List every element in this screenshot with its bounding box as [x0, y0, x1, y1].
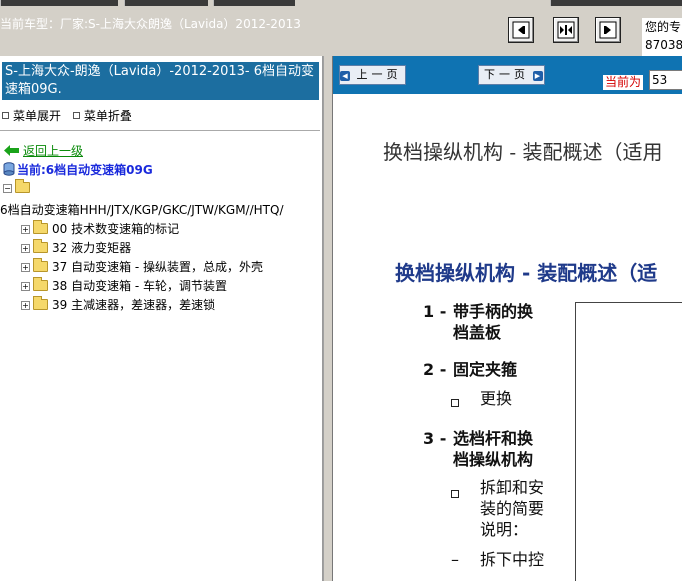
menu-operations: 菜单展开 菜单折叠 — [2, 107, 140, 124]
next-frame-button[interactable] — [595, 17, 621, 43]
tree-item[interactable]: +39 主减速器，差速器，差速锁 — [21, 296, 215, 313]
expand-icon[interactable]: + — [21, 244, 30, 253]
document-title: 换档操纵机构 - 装配概述（适 — [395, 261, 658, 285]
left-panel-header: S-上海大众-朗逸（Lavida）-2012-2013- 6档自动变速箱09G. — [2, 62, 319, 100]
split-frame-button[interactable] — [553, 17, 579, 43]
bullet-square-icon — [451, 391, 459, 412]
square-icon — [2, 112, 9, 119]
folder-icon — [33, 277, 48, 291]
item-number: 2 - — [423, 360, 447, 379]
current-location-label: 当前:6档自动变速箱09G — [17, 163, 153, 177]
menu-collapse-label: 菜单折叠 — [83, 109, 132, 123]
pager-bar: ◀ 上一页 下一页 ▶ 当前为 — [333, 56, 682, 94]
tree-item[interactable]: +37 自动变速箱 - 操纵装置，总成，外壳 — [21, 258, 263, 275]
folder-icon — [33, 258, 48, 272]
tree-item-label: 32 液力变矩器 — [52, 241, 132, 255]
tree-item[interactable]: +00 技术数变速箱的标记 — [21, 220, 179, 237]
item-text: 档盖板 — [453, 323, 502, 342]
split-arrows-icon — [557, 21, 575, 39]
menu-expand-button[interactable]: 菜单展开 — [2, 109, 61, 123]
prev-page-label: 上一页 — [356, 68, 402, 81]
item-text: 档操纵机构 — [453, 450, 534, 469]
sub-item-text: 拆下中控 — [480, 550, 545, 569]
back-link-label: 返回上一级 — [23, 144, 84, 158]
database-icon — [3, 162, 15, 176]
tab-stub[interactable] — [124, 0, 208, 6]
tab-stub[interactable] — [550, 0, 682, 6]
triangle-left-icon: ◀ — [340, 71, 350, 81]
folder-open-icon — [15, 179, 30, 193]
back-link[interactable]: 返回上一级 — [4, 142, 83, 159]
folder-icon — [33, 239, 48, 253]
dash-marker: – — [451, 550, 459, 569]
current-page-label: 当前为 — [603, 75, 644, 90]
bullet-square-icon — [451, 482, 459, 503]
next-page-label: 下一页 — [484, 68, 529, 81]
arrow-left-icon — [512, 21, 530, 39]
tree-item-label: 00 技术数变速箱的标记 — [52, 222, 180, 236]
expand-icon[interactable]: + — [21, 301, 30, 310]
tree-item-label: 38 自动变速箱 - 车轮，调节装置 — [52, 279, 228, 293]
prev-page-button[interactable]: ◀ 上一页 — [339, 65, 406, 85]
user-info: 您的专 870382 — [642, 18, 682, 56]
left-navigation-panel: S-上海大众-朗逸（Lavida）-2012-2013- 6档自动变速箱09G.… — [0, 56, 323, 581]
assembly-figure — [575, 302, 682, 581]
collapse-icon[interactable]: − — [3, 184, 12, 193]
current-location: 当前:6档自动变速箱09G — [3, 161, 153, 178]
expand-icon[interactable]: + — [21, 282, 30, 291]
current-page-input[interactable] — [649, 70, 682, 90]
folder-icon — [33, 296, 48, 310]
tree-item[interactable]: +32 液力变矩器 — [21, 239, 131, 256]
sub-item-text: 拆卸和安 — [480, 478, 545, 497]
top-toolbar: 当前车型：厂家:S-上海大众朗逸（Lavida）2012-2013 您的专 87… — [0, 0, 682, 56]
sub-item-text: 更换 — [480, 389, 513, 408]
next-page-button[interactable]: 下一页 ▶ — [478, 65, 545, 85]
sub-item-text: 装的简要 — [480, 499, 545, 518]
item-number: 3 - — [423, 429, 447, 448]
tree-path[interactable]: 6档自动变速箱HHH/JTX/KGP/GKC/JTW/KGM//HTQ/ — [0, 201, 323, 218]
tree-root[interactable]: − — [3, 179, 34, 195]
back-arrow-icon — [4, 145, 19, 156]
divider — [0, 130, 320, 131]
menu-expand-label: 菜单展开 — [13, 109, 62, 123]
square-icon — [72, 112, 80, 119]
current-car-model: 当前车型：厂家:S-上海大众朗逸（Lavida）2012-2013 — [0, 17, 301, 31]
item-number: 1 - — [423, 302, 447, 321]
item-text: 固定夹箍 — [453, 360, 518, 379]
document-view: 换档操纵机构 - 装配概述（适用 换档操纵机构 - 装配概述（适 1 - 带手柄… — [333, 94, 682, 581]
sub-item-text: 说明： — [480, 520, 529, 539]
arrow-right-icon — [599, 21, 617, 39]
tree-item-label: 39 主减速器，差速器，差速锁 — [52, 298, 216, 312]
menu-collapse-button[interactable]: 菜单折叠 — [72, 109, 132, 123]
user-info-line1: 您的专 — [645, 20, 682, 34]
expand-icon[interactable]: + — [21, 225, 30, 234]
tree-item-label: 37 自动变速箱 - 操纵装置，总成，外壳 — [52, 260, 264, 274]
tree-item[interactable]: +38 自动变速箱 - 车轮，调节装置 — [21, 277, 227, 294]
document-heading: 换档操纵机构 - 装配概述（适用 — [383, 140, 663, 164]
user-info-line2: 870382 — [645, 38, 682, 52]
prev-frame-button[interactable] — [508, 17, 534, 43]
triangle-right-icon: ▶ — [532, 71, 543, 81]
expand-icon[interactable]: + — [21, 263, 30, 272]
tab-stub[interactable] — [213, 0, 295, 6]
tab-stub[interactable] — [0, 0, 118, 6]
item-text: 选档杆和换 — [453, 429, 534, 448]
item-text: 带手柄的换 — [453, 302, 534, 321]
folder-icon — [33, 220, 48, 234]
frame-splitter[interactable] — [323, 56, 333, 581]
